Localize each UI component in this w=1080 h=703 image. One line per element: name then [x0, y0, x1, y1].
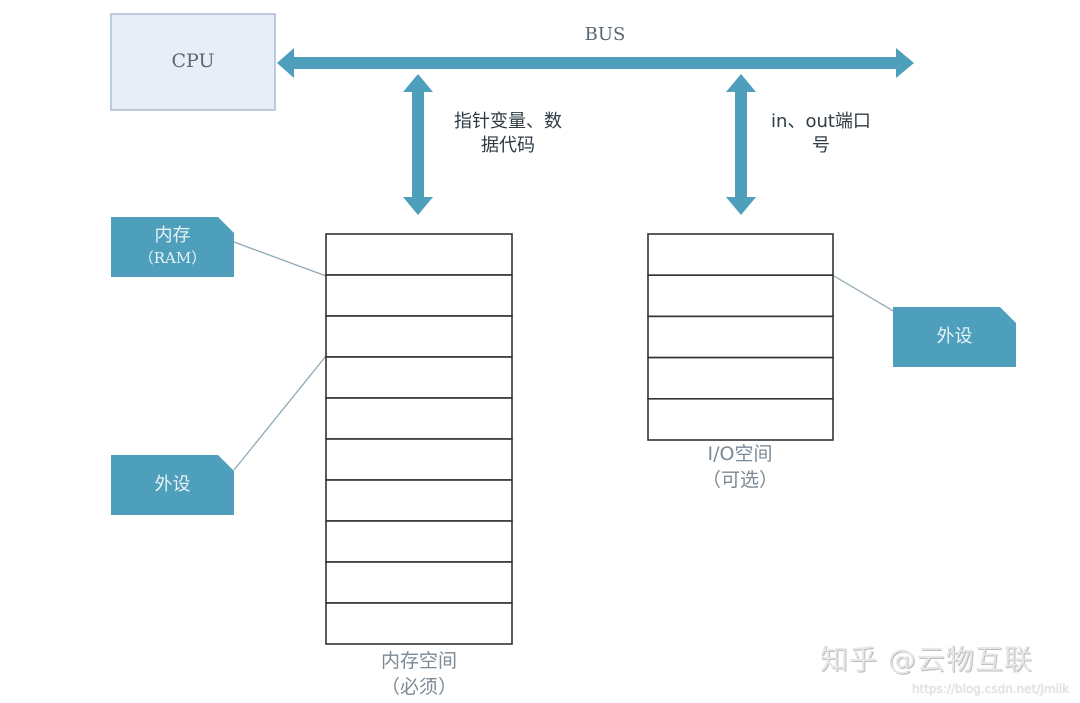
memory-link-label-line1: 指针变量、数	[454, 111, 562, 132]
diagram-canvas	[110, 13, 1016, 645]
io-link-label-line2: 号	[812, 135, 830, 156]
bus-arrow	[277, 48, 914, 78]
left-peripheral-leader-line	[233, 355, 327, 471]
io-link-label-line1: in、out端口	[771, 111, 871, 132]
memory-cell	[325, 356, 513, 399]
memory-space-block	[325, 233, 513, 645]
ram-tag-label: 内存 （RAM）	[111, 225, 234, 269]
ram-tag-label-line1: 内存	[154, 225, 191, 246]
io-space-caption-line1: I/O空间	[707, 443, 773, 465]
memory-cell	[325, 561, 513, 604]
io-cell	[647, 397, 834, 441]
memory-cell	[325, 602, 513, 645]
memory-space-caption: 内存空间 （必须）	[326, 648, 512, 700]
memory-cell	[325, 397, 513, 440]
io-space-caption: I/O空间 （可选）	[647, 441, 833, 493]
memory-link-label: 指针变量、数 据代码	[438, 110, 578, 158]
io-link-label: in、out端口 号	[758, 110, 884, 158]
io-cell	[647, 233, 834, 277]
ram-tag-label-line2: （RAM）	[138, 249, 207, 267]
memory-cell	[325, 233, 513, 276]
memory-cell	[325, 520, 513, 563]
watermark-url: https://blog.csdn.net/Jmilk	[912, 682, 1070, 696]
io-cell	[647, 274, 834, 318]
memory-cell	[325, 479, 513, 522]
memory-space-caption-line1: 内存空间	[380, 650, 457, 672]
memory-bus-arrow	[403, 74, 433, 215]
ram-leader-line	[233, 241, 327, 277]
right-peripheral-tag-label: 外设	[936, 326, 973, 347]
io-cell	[647, 315, 834, 359]
memory-cell	[325, 274, 513, 317]
memory-link-label-line2: 据代码	[481, 135, 535, 156]
io-cell	[647, 356, 834, 400]
memory-space-caption-line2: （必须）	[380, 676, 457, 698]
memory-cell	[325, 438, 513, 481]
io-bus-arrow	[726, 74, 756, 215]
io-space-caption-line2: （可选）	[701, 469, 778, 491]
right-peripheral-leader-line	[833, 275, 896, 313]
watermark-main: 知乎 @云物互联	[820, 643, 1033, 676]
bus-label: BUS	[584, 24, 626, 45]
left-peripheral-tag-label: 外设	[154, 474, 191, 495]
cpu-label: CPU	[171, 50, 215, 72]
memory-cell	[325, 315, 513, 358]
io-space-block	[647, 233, 834, 441]
